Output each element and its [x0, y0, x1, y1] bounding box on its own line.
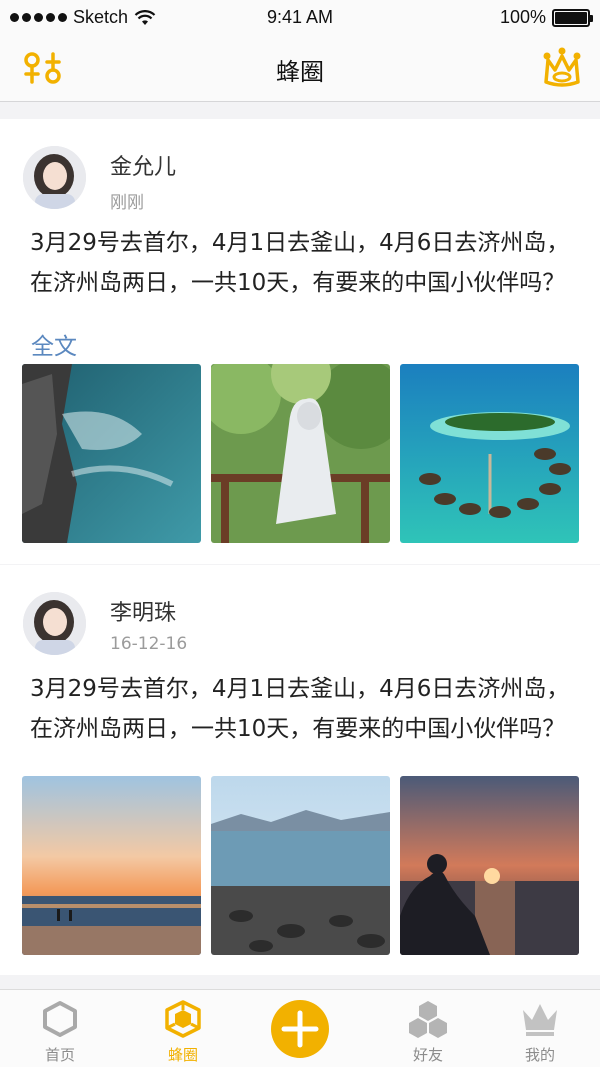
- avatar[interactable]: [23, 146, 86, 209]
- photo-grid: [22, 776, 579, 955]
- page-title: 蜂圈: [276, 58, 324, 86]
- post-card: 李明珠 16-12-16 3月29号去首尔，4月1日去釜山，4月6日去济州岛，在…: [0, 565, 600, 975]
- add-post-button[interactable]: [271, 1000, 329, 1058]
- author-name[interactable]: 金允儿: [110, 149, 176, 181]
- tab-friends[interactable]: 好友: [378, 990, 478, 1067]
- tab-bar: 首页 蜂圈 好友 我的: [0, 989, 600, 1067]
- sunset-beach-photo[interactable]: [22, 776, 201, 955]
- photo-grid: [22, 364, 579, 543]
- tab-home[interactable]: 首页: [10, 990, 110, 1067]
- read-more-link[interactable]: 全文: [31, 327, 77, 361]
- nav-bar: 蜂圈: [0, 36, 600, 102]
- feed: 金允儿 刚刚 3月29号去首尔，4月1日去釜山，4月6日去济州岛，在济州岛两日，…: [0, 119, 600, 975]
- pebble-shore-photo[interactable]: [211, 776, 390, 955]
- friends-icon: [409, 1001, 447, 1038]
- girl-in-raincoat-photo[interactable]: [211, 364, 390, 543]
- crown-icon: [523, 1004, 557, 1036]
- post-time: 16-12-16: [110, 634, 188, 654]
- post-text: 3月29号去首尔，4月1日去釜山，4月6日去济州岛，在济州岛两日，一共10天，有…: [30, 230, 570, 296]
- status-right: 100%: [499, 7, 593, 28]
- tab-label: 好友: [412, 1046, 443, 1064]
- rocky-coast-photo[interactable]: [22, 364, 201, 543]
- plus-icon: [281, 1010, 319, 1048]
- status-bar: Sketch 9:41 AM 100%: [0, 0, 600, 36]
- island-resort-photo[interactable]: [400, 364, 579, 543]
- hexagon-icon: [43, 1001, 77, 1037]
- sunset-silhouette-photo[interactable]: [400, 776, 579, 955]
- honeycomb-icon: [165, 1000, 201, 1038]
- tab-label: 我的: [524, 1046, 555, 1064]
- tab-circle[interactable]: 蜂圈: [133, 990, 233, 1067]
- tab-label: 蜂圈: [167, 1046, 198, 1064]
- post-text: 3月29号去首尔，4月1日去釜山，4月6日去济州岛，在济州岛两日，一共10天，有…: [30, 676, 570, 742]
- tab-label: 首页: [44, 1046, 75, 1064]
- crown-icon[interactable]: [542, 46, 582, 88]
- post-card: 金允儿 刚刚 3月29号去首尔，4月1日去釜山，4月6日去济州岛，在济州岛两日，…: [0, 119, 600, 564]
- post-time: 刚刚: [110, 193, 144, 213]
- tab-mine[interactable]: 我的: [490, 990, 590, 1067]
- author-name[interactable]: 李明珠: [110, 595, 176, 627]
- battery-icon: [552, 8, 593, 27]
- battery-percent: 100%: [499, 7, 546, 27]
- avatar[interactable]: [23, 592, 86, 655]
